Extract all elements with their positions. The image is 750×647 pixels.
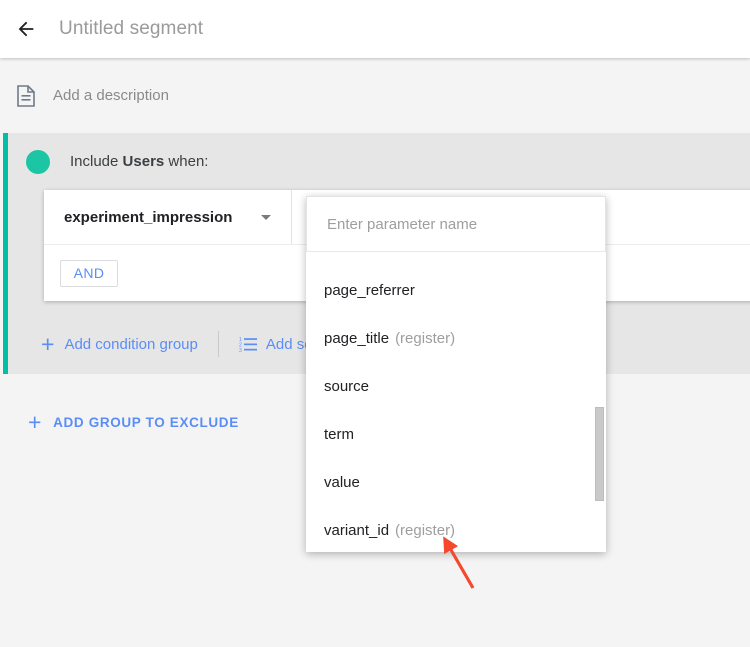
arrow-left-icon bbox=[18, 21, 34, 37]
description-row: Add a description bbox=[0, 58, 750, 133]
action-divider bbox=[217, 331, 219, 357]
parameter-option-name: term bbox=[324, 425, 354, 443]
parameter-option-list: page_referrer page_title (register) sour… bbox=[306, 252, 606, 552]
parameter-option-value[interactable]: value bbox=[306, 458, 606, 506]
parameter-option-name: source bbox=[324, 377, 370, 395]
include-suffix: when: bbox=[168, 153, 209, 170]
document-icon bbox=[14, 84, 38, 108]
include-label: Include Users when: bbox=[70, 153, 208, 170]
dimension-label: experiment_impression bbox=[64, 208, 233, 226]
svg-text:3: 3 bbox=[239, 348, 242, 352]
back-button[interactable] bbox=[6, 9, 46, 49]
segment-title[interactable]: Untitled segment bbox=[59, 18, 203, 40]
plus-icon: + bbox=[41, 330, 55, 357]
parameter-list-scrollbar[interactable] bbox=[595, 252, 604, 552]
parameter-dropdown-panel: page_referrer page_title (register) sour… bbox=[306, 196, 606, 552]
parameter-option-page-title[interactable]: page_title (register) bbox=[306, 314, 606, 362]
top-app-bar: Untitled segment bbox=[0, 0, 750, 58]
include-scope[interactable]: Users bbox=[123, 153, 165, 170]
add-group-to-exclude-label: ADD GROUP TO EXCLUDE bbox=[53, 414, 239, 430]
include-row: Include Users when: bbox=[8, 133, 750, 190]
parameter-search-input[interactable] bbox=[325, 214, 587, 234]
parameter-option-name: page_title bbox=[324, 329, 390, 347]
parameter-option-variant-id[interactable]: variant_id (register) bbox=[306, 506, 606, 552]
parameter-option-hint: (register) bbox=[395, 521, 456, 539]
parameter-option-source[interactable]: source bbox=[306, 362, 606, 410]
parameter-list-scroll-thumb[interactable] bbox=[595, 407, 604, 501]
dimension-selector[interactable]: experiment_impression bbox=[44, 190, 292, 244]
parameter-option-name: variant_id bbox=[324, 521, 390, 539]
add-condition-group-link[interactable]: + Add condition group bbox=[41, 330, 198, 357]
plus-icon: + bbox=[28, 408, 43, 435]
include-status-dot bbox=[26, 149, 50, 174]
and-button[interactable]: AND bbox=[60, 259, 118, 287]
parameter-search-wrap bbox=[306, 196, 606, 251]
add-group-to-exclude-button[interactable]: + ADD GROUP TO EXCLUDE bbox=[28, 408, 239, 435]
parameter-option-page-referrer[interactable]: page_referrer bbox=[306, 266, 606, 314]
add-condition-group-label: Add condition group bbox=[64, 335, 198, 353]
parameter-option-name: page_referrer bbox=[324, 281, 415, 299]
numbered-list-icon: 1 2 3 bbox=[239, 336, 257, 352]
chevron-down-icon bbox=[261, 214, 271, 220]
include-prefix: Include bbox=[70, 153, 119, 170]
description-placeholder[interactable]: Add a description bbox=[53, 87, 169, 104]
parameter-option-term[interactable]: term bbox=[306, 410, 606, 458]
parameter-option-hint: (register) bbox=[395, 329, 456, 347]
parameter-option-name: value bbox=[324, 473, 360, 491]
